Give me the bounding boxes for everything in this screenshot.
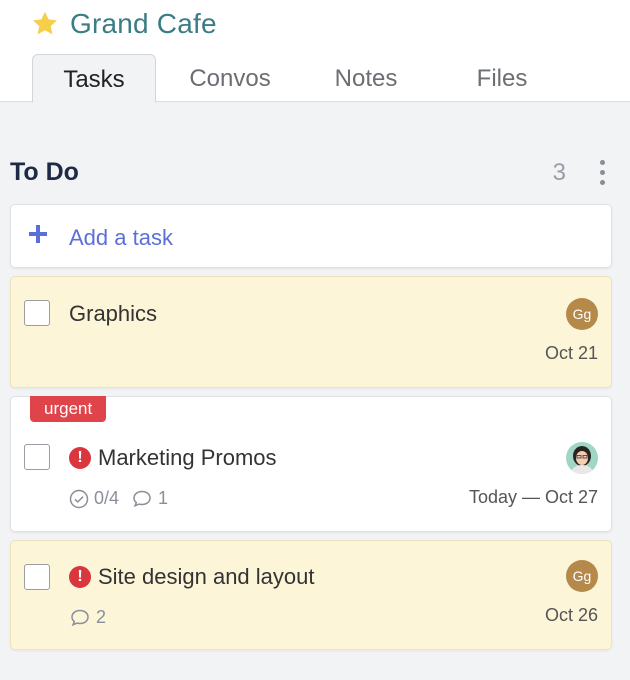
task-checkbox[interactable] — [24, 564, 50, 590]
section-title: To Do — [10, 158, 79, 186]
project-title: Grand Cafe — [70, 8, 217, 39]
task-card[interactable]: ! Site design and layout Gg 2 Oct 26 — [10, 540, 612, 650]
task-meta: 2 — [69, 607, 106, 628]
task-count: 3 — [552, 159, 566, 186]
task-meta: 0/4 1 — [69, 488, 168, 509]
tab-tasks[interactable]: Tasks — [32, 54, 156, 103]
checklist-icon — [69, 489, 89, 508]
project-header: Grand Cafe Tasks Convos Notes Files — [0, 0, 630, 103]
priority-alert-icon: ! — [69, 447, 91, 469]
add-task-button[interactable]: Add a task — [10, 204, 612, 268]
urgent-badge: urgent — [30, 396, 107, 422]
avatar[interactable]: Gg — [566, 560, 598, 592]
tab-notes[interactable]: Notes — [304, 54, 428, 102]
due-date: Oct 26 — [544, 605, 598, 625]
due-date: Today — Oct 27 — [468, 487, 598, 507]
tab-files[interactable]: Files — [428, 54, 576, 102]
task-title[interactable]: Marketing Promos — [98, 445, 277, 471]
task-checkbox[interactable] — [24, 444, 50, 470]
avatar[interactable]: Gg — [566, 298, 598, 330]
avatar[interactable] — [566, 442, 598, 474]
todo-section-header: To Do 3 — [10, 156, 612, 192]
comment-count: 1 — [158, 488, 169, 508]
more-options-icon[interactable] — [594, 160, 610, 186]
plus-icon — [29, 225, 47, 243]
task-title[interactable]: Site design and layout — [98, 564, 315, 590]
tab-convos[interactable]: Convos — [156, 54, 304, 102]
comment-icon — [133, 490, 151, 507]
add-task-label: Add a task — [69, 225, 173, 250]
comment-icon — [71, 609, 89, 626]
star-icon[interactable] — [30, 9, 60, 39]
task-card[interactable]: Graphics Gg Oct 21 — [10, 276, 612, 388]
tab-bar: Tasks Convos Notes Files — [32, 54, 576, 103]
checklist-progress: 0/4 — [94, 488, 120, 508]
due-date: Oct 21 — [544, 343, 598, 363]
priority-alert-icon: ! — [69, 566, 91, 588]
task-checkbox[interactable] — [24, 300, 50, 326]
task-card[interactable]: urgent ! Marketing Promos 0/4 1 Today — … — [10, 396, 612, 532]
title-row: Grand Cafe — [30, 8, 217, 40]
comment-count: 2 — [96, 607, 107, 627]
task-title[interactable]: Graphics — [69, 301, 157, 327]
